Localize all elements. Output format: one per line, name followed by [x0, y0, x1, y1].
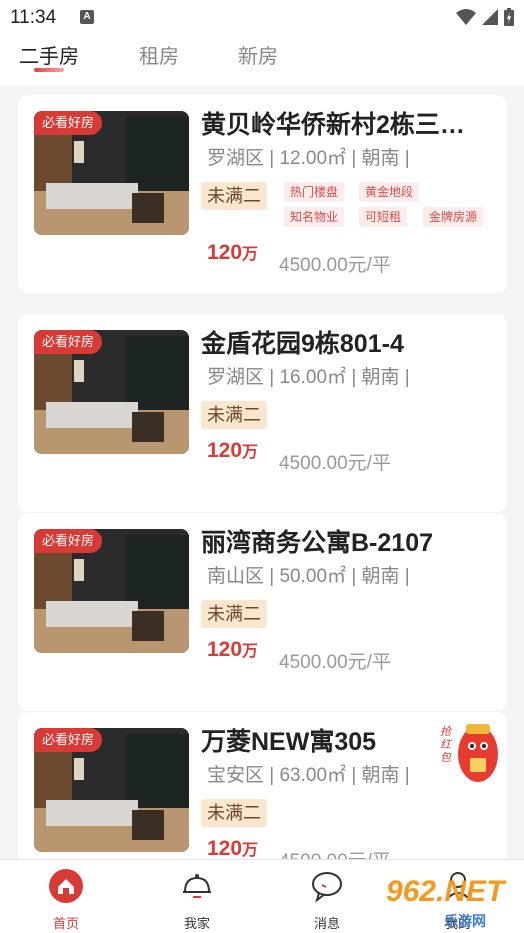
total-price: 120万 — [207, 438, 258, 463]
unit-price: 4500.00元/平 — [279, 453, 391, 474]
listing-card[interactable]: 必看好房 丽湾商务公寓B-2107 南山区 | 50.00㎡ | 朝南 | 未满… — [18, 513, 507, 711]
price-value: 120 — [207, 241, 243, 264]
nav-my-home[interactable]: 我家 — [157, 868, 237, 932]
listing-card[interactable]: 必看好房 万菱NEW寓305 宝安区 | 63.00㎡ | 朝南 | 未满二 1… — [18, 712, 507, 859]
feature-tag: 黄金地段 — [359, 182, 420, 202]
listing-title: 丽湾商务公寓B-2107 — [201, 529, 433, 557]
site-watermark: 962.NET 乐游网 — [386, 875, 520, 929]
feature-tag: 可短租 — [359, 207, 408, 227]
battery-icon — [504, 8, 514, 26]
total-price: 120万 — [207, 240, 258, 265]
must-see-badge: 必看好房 — [34, 111, 103, 135]
price-unit: 万 — [242, 444, 259, 461]
tab-new-house[interactable]: 新房 — [238, 40, 278, 69]
feature-tag: 金牌房源 — [423, 207, 484, 227]
nav-messages-label: 消息 — [313, 916, 340, 931]
listing-meta: 南山区 | 50.00㎡ | 朝南 | — [207, 566, 410, 587]
tab-indicator — [34, 68, 64, 72]
home-icon — [49, 869, 83, 903]
listing-meta: 宝安区 | 63.00㎡ | 朝南 | — [207, 765, 410, 786]
notification-a-icon: A — [80, 10, 94, 24]
watermark-subtitle: 乐游网 — [444, 913, 486, 929]
listing-title: 黄贝岭华侨新村2栋三… — [201, 111, 465, 139]
price-value: 120 — [207, 638, 243, 661]
total-price: 120万 — [207, 836, 258, 859]
listing-card[interactable]: 必看好房 黄贝岭华侨新村2栋三… 罗湖区 | 12.00㎡ | 朝南 | 未满二… — [18, 95, 507, 293]
status-time: 11:34 — [10, 7, 57, 28]
status-tag: 未满二 — [201, 182, 267, 210]
listing-meta: 罗湖区 | 16.00㎡ | 朝南 | — [207, 367, 410, 388]
red-packet-float-button[interactable]: 抢红包 — [440, 718, 502, 786]
status-tag: 未满二 — [201, 401, 267, 429]
nav-home-label: 首页 — [52, 916, 79, 931]
total-price: 120万 — [207, 637, 258, 662]
nav-my-home-label: 我家 — [183, 916, 210, 931]
must-see-badge: 必看好房 — [34, 728, 103, 752]
tab-second-hand[interactable]: 二手房 — [19, 40, 79, 69]
bell-icon — [183, 874, 211, 898]
listing-title: 金盾花园9栋801-4 — [201, 330, 404, 358]
signal-icon — [482, 9, 498, 25]
must-see-badge: 必看好房 — [34, 330, 103, 354]
status-tag: 未满二 — [201, 799, 267, 827]
unit-price: 4500.00元/平 — [279, 255, 391, 276]
price-unit: 万 — [242, 842, 259, 859]
listing-meta: 罗湖区 | 12.00㎡ | 朝南 | — [207, 148, 410, 169]
nav-home[interactable]: 首页 — [26, 868, 106, 932]
tab-rent[interactable]: 租房 — [139, 40, 179, 69]
price-unit: 万 — [242, 246, 259, 263]
watermark-logo: 962.NET — [386, 875, 505, 908]
listing-photo: 必看好房 — [34, 330, 189, 454]
listing-photo: 必看好房 — [34, 111, 189, 235]
status-tag: 未满二 — [201, 600, 267, 628]
listing-card[interactable]: 必看好房 金盾花园9栋801-4 罗湖区 | 16.00㎡ | 朝南 | 未满二… — [18, 314, 507, 512]
listing-photo: 必看好房 — [34, 728, 189, 852]
status-bar: 11:34 A — [0, 0, 524, 34]
category-tabs: 二手房 租房 新房 — [0, 34, 524, 86]
price-value: 120 — [207, 837, 243, 859]
message-icon — [312, 872, 342, 903]
must-see-badge: 必看好房 — [34, 529, 103, 553]
listing-photo: 必看好房 — [34, 529, 189, 653]
price-value: 120 — [207, 439, 243, 462]
price-unit: 万 — [242, 643, 259, 660]
nav-messages[interactable]: 消息 — [287, 868, 367, 932]
wifi-icon — [456, 9, 476, 25]
unit-price: 4500.00元/平 — [279, 652, 391, 673]
red-packet-text: 抢红包 — [440, 726, 451, 764]
system-icons — [456, 8, 514, 26]
feature-tag: 热门楼盘 — [284, 182, 345, 202]
unit-price: 4500.00元/平 — [279, 846, 391, 859]
feature-tag: 知名物业 — [284, 207, 345, 227]
